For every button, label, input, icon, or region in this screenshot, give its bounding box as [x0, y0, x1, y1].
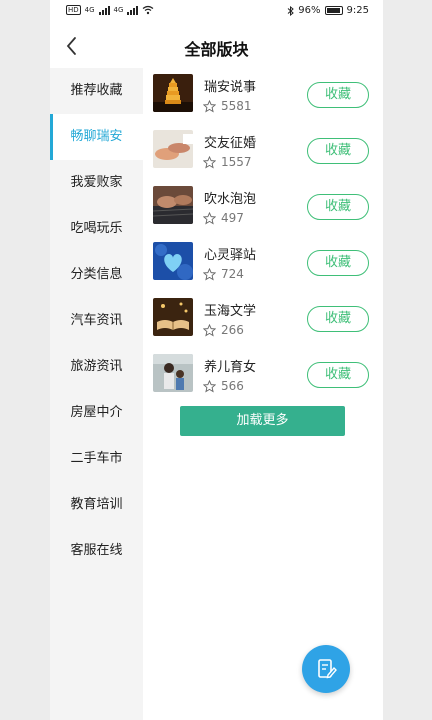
board-name: 玉海文学 — [204, 304, 257, 319]
bluetooth-icon — [287, 5, 295, 16]
list-item[interactable]: 心灵驿站 724 收藏 — [143, 238, 383, 294]
new-post-button[interactable] — [302, 645, 350, 693]
favorite-button[interactable]: 收藏 — [307, 362, 369, 388]
star-icon — [203, 324, 216, 337]
favorite-button[interactable]: 收藏 — [307, 250, 369, 276]
favorite-button[interactable]: 收藏 — [307, 194, 369, 220]
star-icon — [203, 156, 216, 169]
star-icon — [203, 100, 216, 113]
network-label-1: 4G — [84, 6, 95, 14]
list-item[interactable]: 瑞安说事 5581 收藏 — [143, 70, 383, 126]
board-name: 心灵驿站 — [204, 248, 257, 263]
wifi-icon — [143, 5, 154, 15]
board-name: 吹水泡泡 — [204, 192, 257, 207]
page-title: 全部版块 — [184, 40, 249, 59]
sidebar-item-food-fun[interactable]: 吃喝玩乐 — [50, 206, 143, 252]
favorite-button[interactable]: 收藏 — [307, 138, 369, 164]
open-book-thumbnail — [153, 298, 193, 336]
favorite-count: 566 — [221, 379, 244, 393]
sidebar-item-recommended[interactable]: 推荐收藏 — [50, 68, 143, 114]
sidebar-item-auto-news[interactable]: 汽车资讯 — [50, 298, 143, 344]
star-icon — [203, 380, 216, 393]
sim-badge: HD — [66, 5, 81, 15]
top-bar: 全部版块 — [50, 28, 383, 64]
sidebar-item-used-cars[interactable]: 二手车市 — [50, 436, 143, 482]
sidebar-item-travel-news[interactable]: 旅游资讯 — [50, 344, 143, 390]
status-right: 96% 9:25 — [287, 5, 369, 16]
favorite-button[interactable]: 收藏 — [307, 306, 369, 332]
status-left: HD 4G 4G — [66, 5, 154, 15]
sidebar-item-real-estate[interactable]: 房屋中介 — [50, 390, 143, 436]
category-sidebar: 推荐收藏 畅聊瑞安 我爱败家 吃喝玩乐 分类信息 汽车资讯 旅游资讯 房屋中介 … — [50, 68, 143, 720]
hands-thumbnail — [153, 130, 193, 168]
pagoda-night-thumbnail — [153, 74, 193, 112]
star-icon — [203, 212, 216, 225]
keyboard-thumbnail — [153, 186, 193, 224]
battery-icon — [324, 6, 343, 15]
favorite-button[interactable]: 收藏 — [307, 82, 369, 108]
sidebar-item-classifieds[interactable]: 分类信息 — [50, 252, 143, 298]
list-item[interactable]: 玉海文学 266 收藏 — [143, 294, 383, 350]
board-name: 交友征婚 — [204, 136, 257, 151]
sidebar-item-customer-service[interactable]: 客服在线 — [50, 528, 143, 574]
list-item[interactable]: 吹水泡泡 497 收藏 — [143, 182, 383, 238]
favorite-count: 1557 — [221, 155, 252, 169]
signal-icon-2 — [127, 5, 139, 15]
network-label-2: 4G — [113, 6, 124, 14]
favorite-count: 266 — [221, 323, 244, 337]
app-screen: HD 4G 4G 96% 9:25 全部版块 推荐收藏 畅聊瑞安 我爱败家 吃喝… — [50, 0, 383, 720]
favorite-count: 724 — [221, 267, 244, 281]
board-list: 瑞安说事 5581 收藏 交友征婚 1557 收藏 吹水泡泡 497 收藏 心灵… — [143, 70, 383, 406]
board-name: 养儿育女 — [204, 360, 257, 375]
board-name: 瑞安说事 — [204, 80, 257, 95]
load-more-button[interactable]: 加载更多 — [180, 406, 345, 436]
battery-percent: 96% — [298, 5, 321, 16]
star-icon — [203, 268, 216, 281]
favorite-count: 5581 — [221, 99, 252, 113]
favorite-count: 497 — [221, 211, 244, 225]
status-bar: HD 4G 4G 96% 9:25 — [50, 0, 383, 24]
signal-icon — [98, 5, 110, 15]
sidebar-item-shopping[interactable]: 我爱败家 — [50, 160, 143, 206]
sidebar-item-education[interactable]: 教育培训 — [50, 482, 143, 528]
parent-child-thumbnail — [153, 354, 193, 392]
clock: 9:25 — [346, 5, 369, 16]
blue-heart-thumbnail — [153, 242, 193, 280]
edit-note-icon — [318, 659, 337, 679]
list-item[interactable]: 交友征婚 1557 收藏 — [143, 126, 383, 182]
list-item[interactable]: 养儿育女 566 收藏 — [143, 350, 383, 406]
sidebar-item-chat-ruian[interactable]: 畅聊瑞安 — [50, 114, 143, 160]
